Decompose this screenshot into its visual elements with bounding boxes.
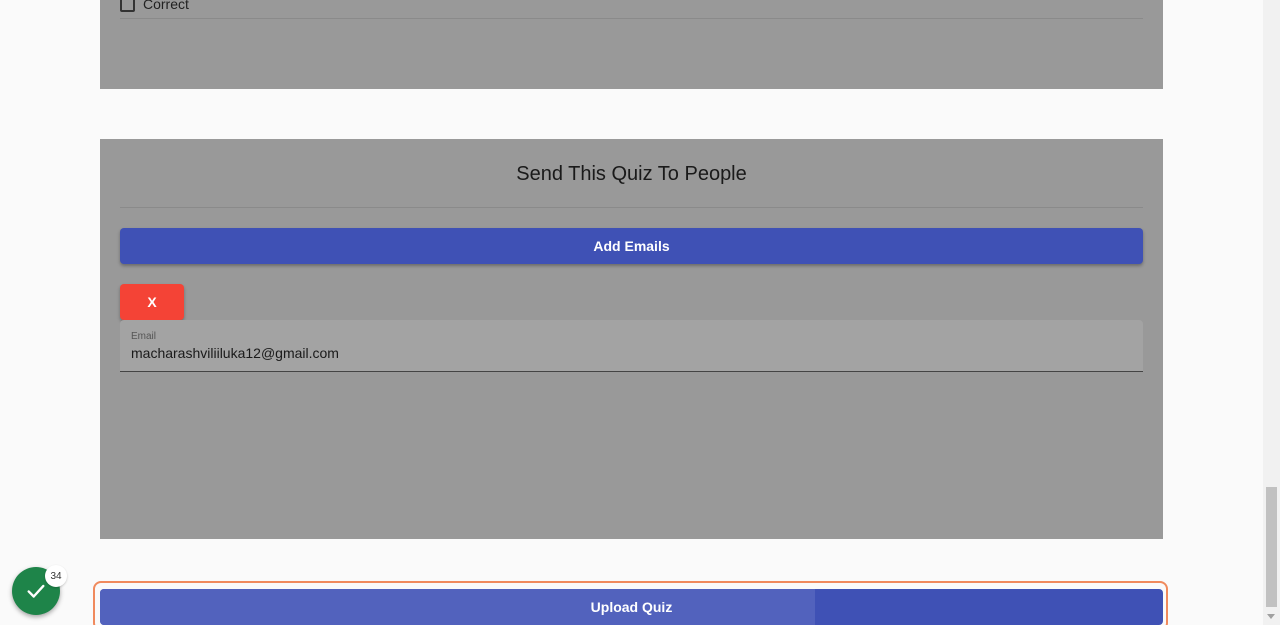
send-quiz-card: Send This Quiz To People Add Emails X Em… bbox=[100, 139, 1163, 539]
scrollbar-thumb[interactable] bbox=[1266, 487, 1277, 607]
question-card: Correct bbox=[100, 0, 1163, 89]
scroll-down-arrow-icon[interactable] bbox=[1267, 614, 1275, 619]
vertical-scrollbar[interactable] bbox=[1263, 0, 1280, 625]
remove-email-button[interactable]: X bbox=[120, 284, 184, 320]
status-badge-count: 34 bbox=[45, 565, 67, 587]
add-emails-button[interactable]: Add Emails bbox=[120, 228, 1143, 264]
upload-quiz-label: Upload Quiz bbox=[590, 599, 673, 615]
correct-checkbox[interactable] bbox=[120, 0, 135, 12]
email-field[interactable]: Email macharashviliiluka12@gmail.com bbox=[120, 320, 1143, 372]
checkmark-icon bbox=[27, 584, 45, 598]
correct-checkbox-label: Correct bbox=[143, 0, 189, 12]
send-quiz-title: Send This Quiz To People bbox=[516, 163, 747, 185]
upload-quiz-button[interactable]: Upload Quiz bbox=[100, 589, 1163, 625]
email-field-value[interactable]: macharashviliiluka12@gmail.com bbox=[131, 345, 339, 361]
correct-option-row[interactable]: Correct bbox=[120, 0, 189, 12]
divider bbox=[120, 207, 1143, 208]
email-field-label: Email bbox=[131, 331, 157, 342]
divider bbox=[120, 18, 1143, 19]
